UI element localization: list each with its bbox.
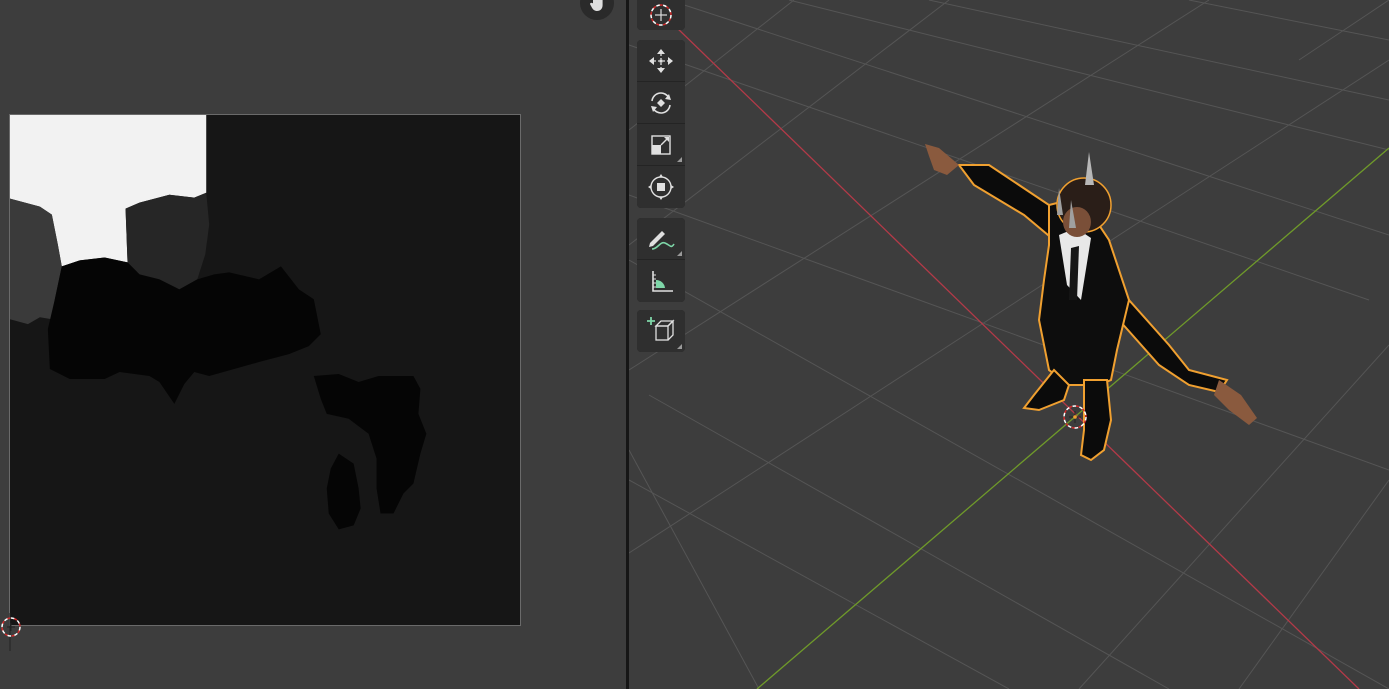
move-arrows-icon	[649, 48, 673, 73]
2d-cursor-icon[interactable]	[0, 613, 22, 653]
tool-group-add	[637, 310, 685, 352]
move-tool-button[interactable]	[637, 40, 685, 82]
viewport-scene	[629, 0, 1389, 689]
measure-tool-button[interactable]	[637, 260, 685, 302]
transform-tool-button[interactable]	[637, 166, 685, 208]
tool-group-annotate	[637, 218, 685, 302]
tool-group-transform	[637, 40, 685, 208]
image-editor-panel[interactable]	[0, 0, 626, 689]
submenu-indicator	[677, 344, 682, 349]
rotate-tool-button[interactable]	[637, 82, 685, 124]
scale-icon	[651, 134, 671, 155]
texture-map	[10, 115, 520, 625]
rotate-icon	[651, 91, 671, 114]
tool-group-cursor	[637, 0, 685, 30]
hand-pan-icon	[590, 0, 603, 11]
annotate-pencil-icon	[649, 230, 675, 250]
floor-grid	[629, 0, 1389, 689]
add-cube-icon	[647, 317, 675, 341]
cursor-crosshair-icon	[650, 4, 672, 26]
x-axis-line	[673, 24, 1360, 689]
measure-ruler-icon	[652, 271, 673, 292]
submenu-indicator	[677, 251, 682, 256]
annotate-tool-button[interactable]	[637, 218, 685, 260]
3d-viewport[interactable]	[629, 0, 1389, 689]
submenu-indicator	[677, 157, 682, 162]
3d-cursor-icon[interactable]	[1063, 405, 1087, 429]
texture-image[interactable]	[9, 114, 521, 626]
character-model[interactable]	[925, 144, 1257, 462]
cursor-tool-button[interactable]	[637, 0, 685, 30]
pan-view-button[interactable]	[580, 0, 614, 20]
transform-icon	[648, 174, 674, 200]
add-cube-tool-button[interactable]	[637, 310, 685, 352]
scale-tool-button[interactable]	[637, 124, 685, 166]
